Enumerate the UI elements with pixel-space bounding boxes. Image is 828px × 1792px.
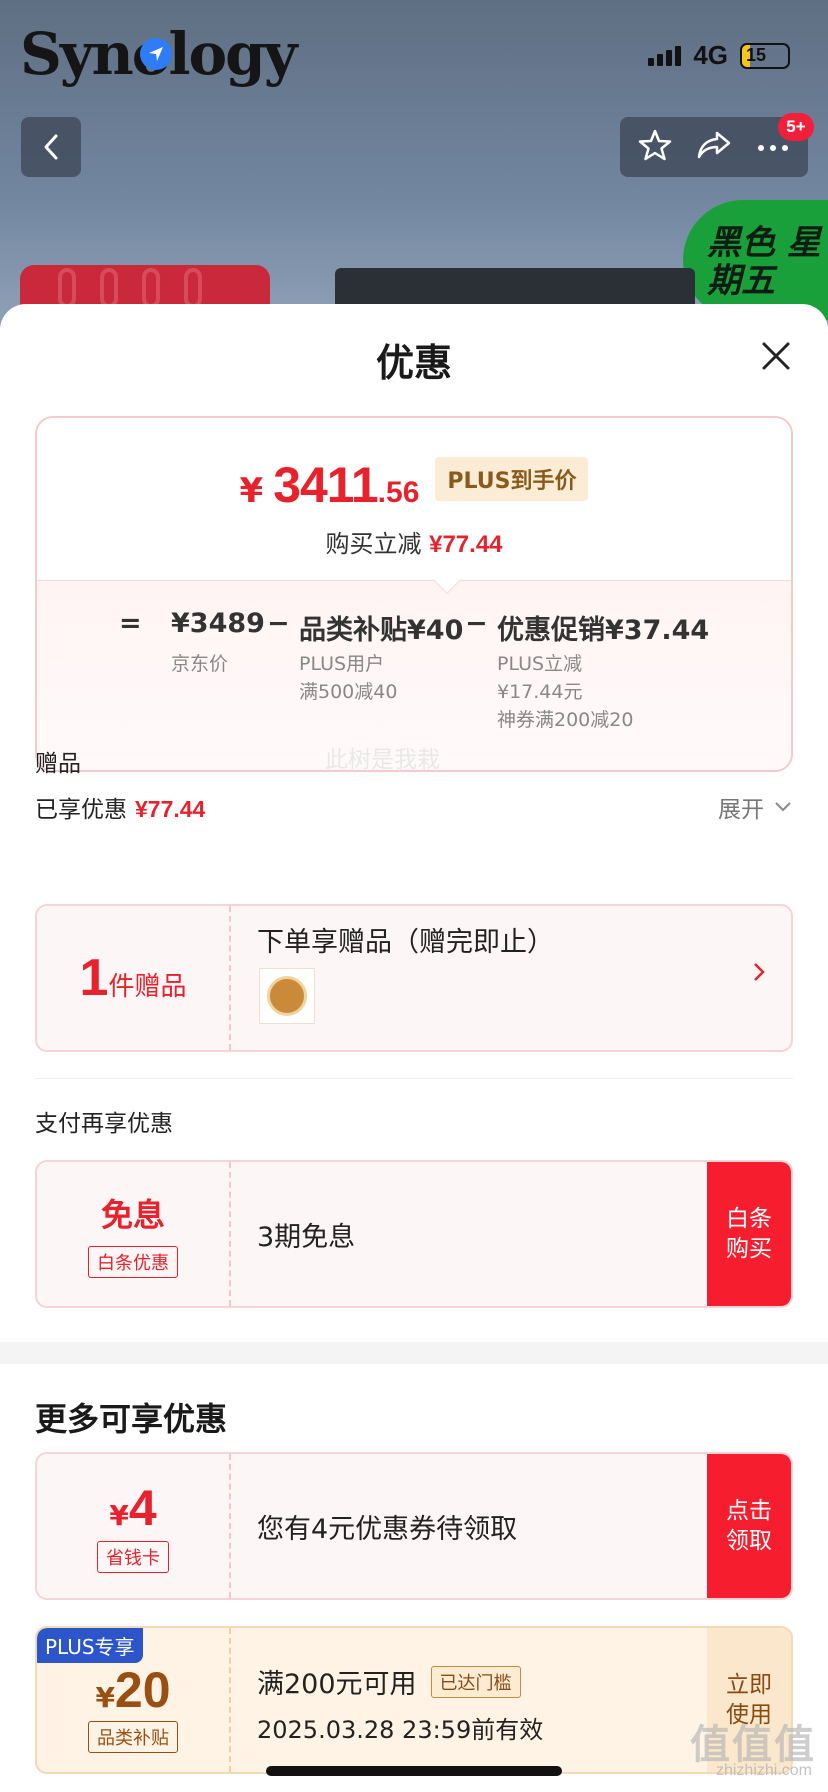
saving-card-coupon[interactable]: ¥4 省钱卡 您有4元优惠券待领取 点击领取 bbox=[35, 1452, 793, 1600]
enjoyed-discount: 已享优惠 ¥77.44 bbox=[35, 796, 206, 823]
location-icon bbox=[140, 38, 172, 70]
jd-price: ¥3489 bbox=[171, 608, 265, 639]
notification-badge: 5+ bbox=[778, 113, 814, 141]
site-watermark-url: zhizhizhi.com bbox=[715, 1762, 812, 1779]
black-friday-badge: 黑色 星期五 bbox=[683, 200, 828, 320]
sheet-title: 优惠 bbox=[375, 341, 452, 385]
share-button[interactable] bbox=[695, 127, 733, 167]
battery-icon: 15 bbox=[740, 42, 790, 69]
expand-button[interactable]: 展开 bbox=[718, 790, 792, 824]
plus-subsidy-coupon[interactable]: PLUS专享 ¥20 品类补贴 满200元可用 已达门槛 2025.03.28 … bbox=[35, 1626, 793, 1774]
baitiao-card[interactable]: 免息 白条优惠 3期免息 白条购买 bbox=[35, 1160, 793, 1308]
back-button[interactable] bbox=[21, 117, 81, 177]
gift-card[interactable]: 1件赠品 下单享赠品（赠完即止） bbox=[35, 904, 793, 1052]
gift-section-label: 赠品 bbox=[35, 751, 81, 777]
chevron-right-icon bbox=[753, 962, 765, 986]
status-bar: 4G 15 bbox=[648, 40, 790, 71]
promo-discount: 优惠促销¥37.44 bbox=[497, 615, 710, 646]
gift-thumbnail bbox=[259, 968, 315, 1024]
plus-price-tag: PLUS到手价 bbox=[435, 457, 589, 501]
pay-section-label: 支付再享优惠 bbox=[35, 1111, 173, 1137]
coupon-body: 您有4元优惠券待领取 bbox=[257, 1513, 518, 1545]
more-button[interactable] bbox=[755, 138, 791, 157]
watermark-text: 此树是我栽 bbox=[325, 747, 440, 773]
star-icon bbox=[638, 129, 672, 161]
discount-sheet: 优惠 ¥ 3411 .56 PLUS到手价 购买立减 ¥77.44 = ¥348… bbox=[0, 304, 828, 1792]
favorite-button[interactable] bbox=[637, 127, 673, 167]
claim-button[interactable]: 点击领取 bbox=[707, 1454, 791, 1598]
signal-icon bbox=[648, 45, 682, 66]
close-button[interactable] bbox=[754, 334, 798, 378]
coupon-expiry: 2025.03.28 23:59前有效 bbox=[257, 1716, 544, 1744]
home-indicator bbox=[266, 1766, 562, 1776]
baitiao-body: 3期免息 bbox=[257, 1221, 356, 1253]
more-icon bbox=[758, 144, 788, 151]
category-subsidy: 品类补贴¥40 bbox=[299, 615, 464, 646]
chevron-left-icon bbox=[44, 134, 58, 160]
gift-title: 下单享赠品（赠完即止） bbox=[257, 927, 554, 958]
baitiao-buy-button[interactable]: 白条购买 bbox=[707, 1162, 791, 1306]
price-summary-card: ¥ 3411 .56 PLUS到手价 购买立减 ¥77.44 = ¥3489 京… bbox=[35, 416, 793, 772]
coupon-condition: 满200元可用 bbox=[257, 1669, 417, 1700]
close-icon bbox=[762, 342, 790, 370]
share-icon bbox=[697, 131, 731, 159]
instant-saving: 购买立减 ¥77.44 bbox=[325, 530, 503, 558]
more-discounts-title: 更多可享优惠 bbox=[35, 1400, 228, 1438]
threshold-reached-tag: 已达门槛 bbox=[430, 1665, 521, 1698]
network-type: 4G bbox=[693, 40, 728, 70]
chevron-down-icon bbox=[775, 802, 791, 812]
final-price: ¥ 3411 .56 PLUS到手价 bbox=[37, 456, 791, 514]
